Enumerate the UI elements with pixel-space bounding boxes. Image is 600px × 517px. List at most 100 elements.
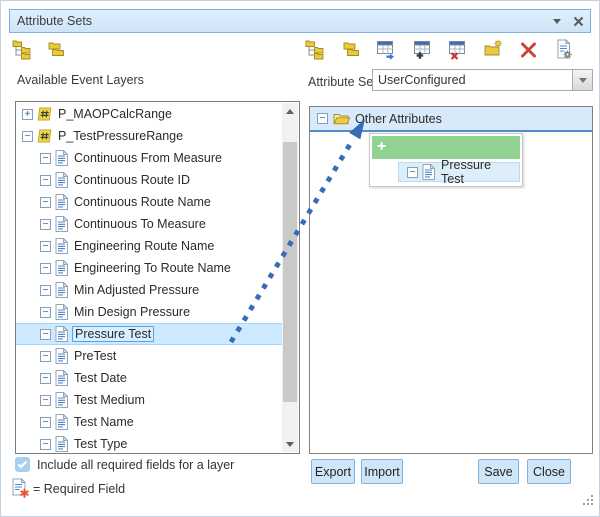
field-icon (55, 172, 68, 188)
expander-icon[interactable]: − (40, 153, 51, 164)
field-icon (55, 216, 68, 232)
field-icon (55, 304, 68, 320)
event-layer-icon (37, 107, 52, 121)
tree-item[interactable]: + P_MAOPCalcRange (16, 103, 282, 125)
field-icon (55, 436, 68, 452)
scrollbar-thumb[interactable] (283, 142, 297, 402)
drop-add-indicator: + (372, 136, 520, 159)
include-required-fields-checkbox[interactable] (15, 457, 30, 472)
expander-icon[interactable]: − (40, 395, 51, 406)
tree-item-label: Pressure Test (72, 326, 154, 342)
field-icon (55, 194, 68, 210)
event-layers-tree: +P_MAOPCalcRange−P_TestPressureRange−Con… (16, 103, 282, 454)
expander-icon[interactable]: − (40, 417, 51, 428)
available-event-layers-heading: Available Event Layers (17, 73, 144, 87)
expander-icon[interactable]: − (40, 329, 51, 340)
tree-item[interactable]: − Continuous Route Name (16, 191, 282, 213)
field-icon (422, 164, 435, 180)
import-button[interactable]: Import (361, 459, 403, 484)
window-title: Attribute Sets (10, 14, 548, 28)
chevron-down-icon[interactable] (548, 12, 566, 30)
scroll-up-icon[interactable] (282, 103, 298, 119)
tree-item[interactable]: − PreTest (16, 345, 282, 367)
tree-item-label: Continuous Route Name (72, 195, 213, 209)
expander-icon[interactable]: − (40, 197, 51, 208)
attribute-set-dropdown[interactable]: UserConfigured (372, 69, 593, 91)
tree-item-label: Test Date (72, 371, 129, 385)
tree-item-label: P_MAOPCalcRange (56, 107, 174, 121)
tree-item-label: Engineering To Route Name (72, 261, 233, 275)
tree-item[interactable]: − Test Type (16, 433, 282, 454)
new-folder-icon[interactable] (482, 38, 505, 61)
include-required-fields-label: Include all required fields for a layer (37, 458, 234, 472)
folder-open-icon (333, 112, 350, 126)
expander-icon[interactable]: − (40, 219, 51, 230)
open-attribute-folders-icon[interactable] (340, 38, 363, 61)
export-button[interactable]: Export (311, 459, 355, 484)
tree-item[interactable]: −P_TestPressureRange (16, 125, 282, 147)
tree-item[interactable]: − Continuous To Measure (16, 213, 282, 235)
expander-icon[interactable]: − (40, 439, 51, 450)
field-icon (55, 370, 68, 386)
tree-item[interactable]: − Pressure Test (16, 323, 282, 345)
field-icon (55, 150, 68, 166)
tree-item-label: Engineering Route Name (72, 239, 216, 253)
field-icon (55, 414, 68, 430)
other-attributes-node[interactable]: − Other Attributes (310, 107, 592, 132)
tree-item[interactable]: − Min Adjusted Pressure (16, 279, 282, 301)
expander-icon[interactable]: − (40, 263, 51, 274)
dragged-item: − Pressure Test (398, 162, 520, 182)
expander-icon[interactable]: + (22, 109, 33, 120)
expander-icon[interactable]: − (40, 175, 51, 186)
attribute-set-label: Attribute Set: (308, 75, 380, 89)
resize-grip[interactable] (583, 493, 594, 511)
tree-item-label: Continuous From Measure (72, 151, 224, 165)
tree-item[interactable]: − Continuous From Measure (16, 147, 282, 169)
table-export-icon[interactable] (375, 38, 398, 61)
tree-item[interactable]: −Continuous Route ID (16, 169, 282, 191)
add-attribute-group-icon[interactable] (304, 38, 327, 61)
table-remove-field-icon[interactable] (446, 38, 469, 61)
delete-icon[interactable] (517, 38, 540, 61)
field-icon (55, 348, 68, 364)
tree-item-label: Min Adjusted Pressure (72, 283, 201, 297)
tree-item[interactable]: −Min Design Pressure (16, 301, 282, 323)
tree-item-label: Test Medium (72, 393, 147, 407)
scrollbar[interactable] (282, 103, 298, 452)
tree-item-label: Test Name (72, 415, 136, 429)
field-icon (55, 392, 68, 408)
titlebar[interactable]: Attribute Sets (9, 9, 591, 33)
tree-item[interactable]: − Engineering Route Name (16, 235, 282, 257)
close-button[interactable]: Close (527, 459, 571, 484)
expander-icon[interactable]: − (40, 373, 51, 384)
expander-icon[interactable]: − (40, 351, 51, 362)
field-icon (55, 326, 68, 342)
other-attributes-label: Other Attributes (355, 112, 442, 126)
available-event-layers-panel: +P_MAOPCalcRange−P_TestPressureRange−Con… (15, 101, 300, 454)
tree-item[interactable]: − Test Date (16, 367, 282, 389)
expander-icon[interactable]: − (40, 307, 51, 318)
tree-item-label: Continuous To Measure (72, 217, 208, 231)
tree-item-label: PreTest (72, 349, 118, 363)
attribute-sets-dialog: Attribute Sets Available Event Layers At… (0, 0, 600, 517)
open-folders-icon[interactable] (45, 38, 68, 61)
tree-item[interactable]: − Engineering To Route Name (16, 257, 282, 279)
add-event-layer-icon[interactable] (11, 38, 34, 61)
save-button[interactable]: Save (478, 459, 519, 484)
document-settings-icon[interactable] (553, 38, 576, 61)
expander-icon[interactable]: − (22, 131, 33, 142)
table-add-field-icon[interactable] (411, 38, 434, 61)
plus-icon: + (377, 138, 386, 155)
expander-icon[interactable]: − (40, 285, 51, 296)
toolbar-left (11, 38, 68, 61)
tree-item-label: Test Type (72, 437, 129, 451)
expander-icon[interactable]: − (317, 113, 328, 124)
close-icon[interactable] (569, 12, 587, 30)
expander-icon[interactable]: − (40, 241, 51, 252)
tree-item[interactable]: − Test Name (16, 411, 282, 433)
tree-item[interactable]: − Test Medium (16, 389, 282, 411)
field-icon (55, 260, 68, 276)
drag-drop-preview: + − Pressure Test (369, 133, 523, 187)
dropdown-arrow-icon[interactable] (572, 70, 592, 90)
scroll-down-icon[interactable] (282, 436, 298, 452)
